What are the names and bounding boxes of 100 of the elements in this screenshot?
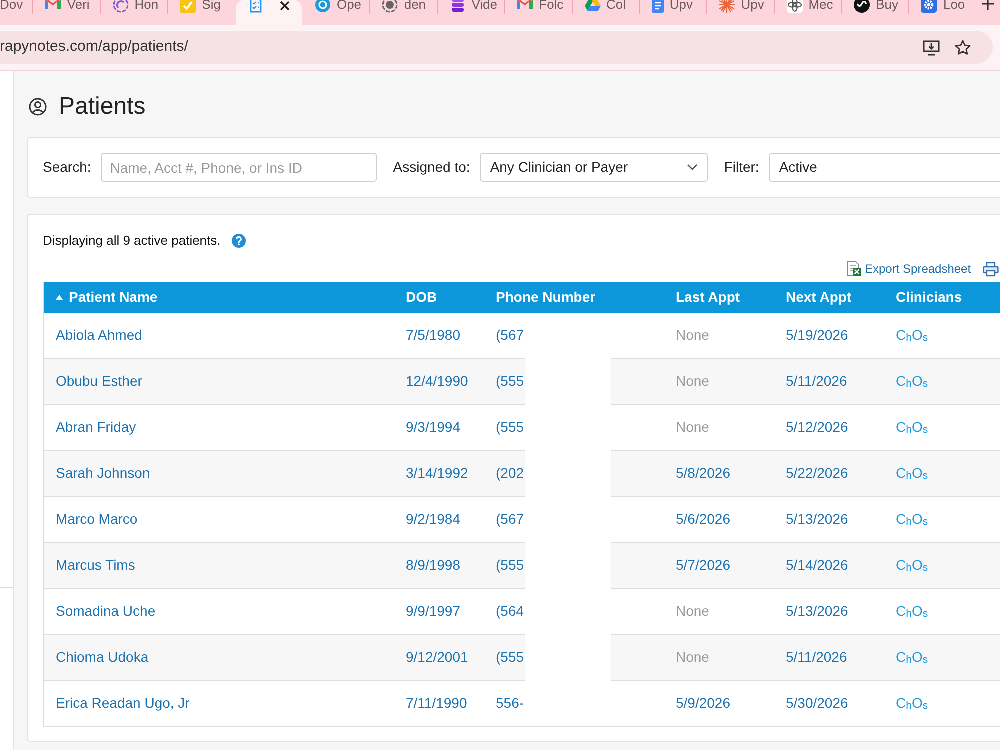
clinicians-cell-text: C$_{h}$O$_{s}$ (895, 602, 930, 622)
phone-cell-text: (555 (495, 372, 526, 391)
clinicians-cell-text: C$_{h}$O$_{s}$ (895, 694, 930, 714)
phone-cell-text: (564 (495, 602, 526, 621)
phone-cell-text: 556- (495, 694, 526, 713)
patient-name-link[interactable]: Obubu Esther (44, 359, 394, 404)
last-appt-cell-text: None (675, 326, 710, 345)
browser-tab[interactable]: Hon (100, 0, 168, 25)
filter-label: Search: (43, 158, 92, 177)
last-appt-cell[interactable]: 5/9/2026 (664, 681, 774, 726)
browser-tab[interactable]: Upv (640, 0, 706, 25)
next-appt-link[interactable]: 5/22/2026 (774, 451, 884, 496)
page-title: Patients (59, 92, 146, 122)
check-tile-icon (180, 0, 196, 13)
close-icon (280, 1, 290, 11)
print-button[interactable] (983, 262, 1000, 276)
mail-icon (517, 0, 534, 9)
next-appt-link[interactable]: 5/11/2026 (774, 359, 884, 404)
filter-label: Assigned to: (393, 158, 470, 177)
stack-icon (450, 0, 466, 13)
phone-cell-text: (567 (495, 510, 526, 529)
next-appt-link[interactable]: 5/14/2026 (774, 543, 884, 588)
patient-name-link[interactable]: Abran Friday (44, 405, 394, 450)
last-appt-cell-text: None (675, 418, 710, 437)
next-appt-link[interactable]: 5/11/2026 (774, 635, 884, 680)
summary-text: Displaying all 9 active patients. (43, 232, 221, 250)
patient-name-link[interactable]: Somadina Uche (44, 589, 394, 634)
filter-label: Filter: (724, 158, 760, 177)
search-field[interactable]: Name, Acct #, Phone, or Ins ID (101, 153, 378, 182)
next-appt-link[interactable]: 5/13/2026 (774, 589, 884, 634)
browser-tab[interactable]: Buy (842, 0, 908, 25)
column-header[interactable]: DOB (394, 282, 484, 313)
dropdown[interactable]: Any Clinician or Payer (480, 153, 708, 182)
clinicians-cell-text: C$_{h}$O$_{s}$ (895, 510, 930, 530)
last-appt-cell-text: None (675, 648, 710, 667)
browser-tab[interactable]: Ope (302, 0, 370, 25)
dob-cell-text: 7/5/1980 (405, 326, 462, 345)
next-appt-link[interactable]: 5/12/2026 (774, 405, 884, 450)
spreadsheet-icon (846, 261, 862, 277)
clinicians-cell-text: C$_{h}$O$_{s}$ (895, 418, 930, 438)
clinicians-cell-text: C$_{h}$O$_{s}$ (895, 372, 930, 392)
last-appt-cell[interactable]: 5/8/2026 (664, 451, 774, 496)
checklist-icon (248, 0, 264, 13)
star-icon (955, 40, 971, 56)
plus-icon (982, 0, 994, 10)
knot-icon (786, 0, 803, 13)
triangle-icon (584, 0, 601, 11)
patient-name-link[interactable]: Chioma Udoka (44, 635, 394, 680)
patient-name-link[interactable]: Sarah Johnson (44, 451, 394, 496)
column-header[interactable]: Next Appt (774, 282, 884, 313)
install-icon (923, 40, 940, 56)
mail-icon (45, 0, 62, 9)
next-appt-link[interactable]: 5/19/2026 (774, 313, 884, 358)
phone-cell-text: (555 (495, 418, 526, 437)
export-spreadsheet-link[interactable]: Export Spreadsheet (846, 260, 972, 278)
dob-cell-text: 7/11/1990 (405, 694, 468, 713)
dob-cell-text: 8/9/1998 (405, 556, 462, 575)
dob-cell-text: 12/4/1990 (405, 372, 470, 391)
dob-cell-text: 9/2/1984 (405, 510, 462, 529)
burst-icon (719, 0, 736, 13)
column-header[interactable]: Clinicians (884, 282, 1000, 313)
dob-cell-text: 9/3/1994 (405, 418, 462, 437)
column-header[interactable]: Phone Number (484, 282, 664, 313)
clinicians-cell-text: C$_{h}$O$_{s}$ (895, 648, 930, 668)
url-text: rapynotes.com/app/patients/ (0, 37, 188, 58)
column-header[interactable]: Last Appt (664, 282, 774, 313)
browser-tab[interactable] (236, 0, 302, 25)
patient-name-link[interactable]: Marco Marco (44, 497, 394, 542)
address-bar[interactable]: rapynotes.com/app/patients/ (0, 31, 993, 64)
dob-cell-text: 9/9/1997 (405, 602, 462, 621)
chevron-down-icon (687, 164, 698, 171)
dob-cell-text: 3/14/1992 (405, 464, 470, 483)
gear-icon (921, 0, 938, 13)
clinicians-cell-text: C$_{h}$O$_{s}$ (895, 464, 930, 484)
last-appt-cell-text: None (675, 602, 710, 621)
document-icon (652, 0, 664, 13)
phone-cell-text: (567 (495, 326, 526, 345)
dob-cell-text: 9/12/2001 (405, 648, 470, 667)
help-icon (232, 234, 246, 248)
browser-tab[interactable]: Dov (0, 0, 32, 25)
last-appt-cell-text: None (675, 372, 710, 391)
browser-tab[interactable]: Loo (909, 0, 976, 25)
next-appt-link[interactable]: 5/13/2026 (774, 497, 884, 542)
phone-cell-text: (555 (495, 648, 526, 667)
user-circle-icon (29, 98, 47, 116)
browser-tab[interactable]: Mec (774, 0, 842, 25)
patient-name-link[interactable]: Abiola Ahmed (44, 313, 394, 358)
ring-icon (112, 0, 129, 13)
patient-name-link[interactable]: Erica Readan Ugo, Jr (44, 681, 394, 726)
column-header[interactable]: Patient Name (44, 282, 394, 313)
patient-name-link[interactable]: Marcus Tims (44, 543, 394, 588)
next-appt-link[interactable]: 5/30/2026 (774, 681, 884, 726)
last-appt-cell[interactable]: 5/7/2026 (664, 543, 774, 588)
new-tab-button[interactable] (982, 0, 994, 12)
phone-cell-text: (555 (495, 556, 526, 575)
filter-dropdown[interactable]: Active (769, 153, 1000, 182)
clinicians-cell-text: C$_{h}$O$_{s}$ (895, 326, 930, 346)
clinicians-cell-text: C$_{h}$O$_{s}$ (895, 556, 930, 576)
browser-tab[interactable]: Upv (707, 0, 774, 25)
last-appt-cell[interactable]: 5/6/2026 (664, 497, 774, 542)
